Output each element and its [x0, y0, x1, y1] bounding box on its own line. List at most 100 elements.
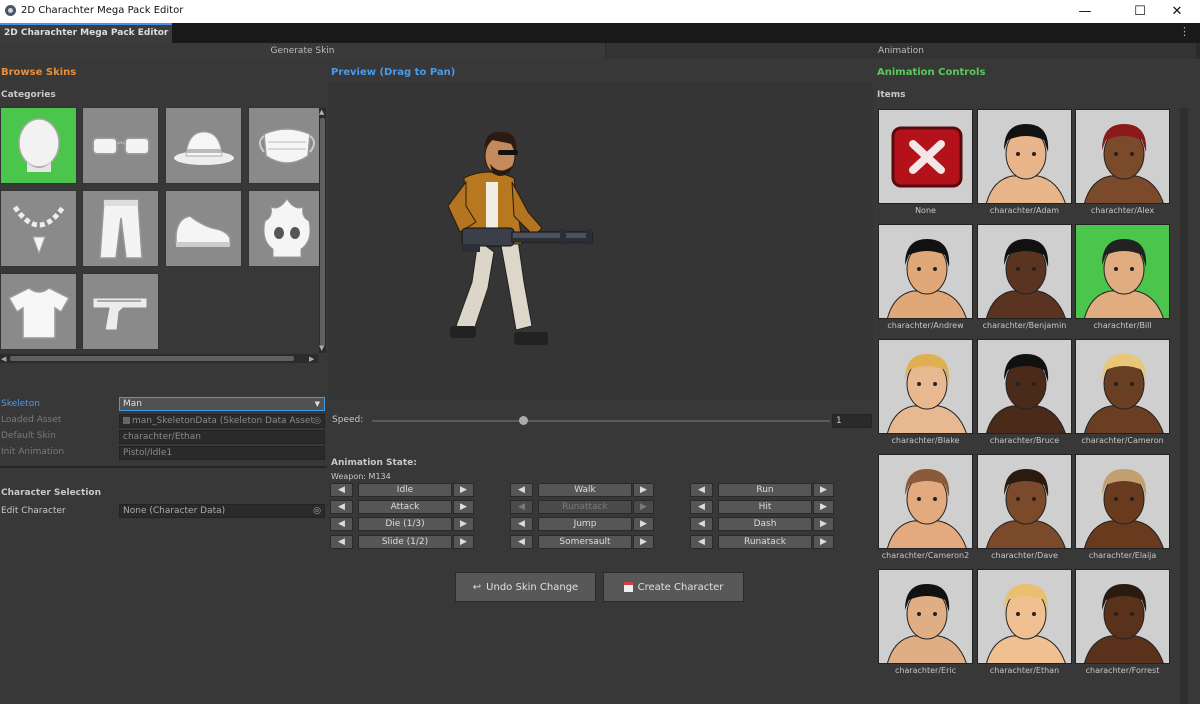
item-thumbnail[interactable]	[1075, 109, 1170, 204]
anim-runatack-button[interactable]: Runatack	[718, 535, 812, 549]
item-thumbnail[interactable]	[1075, 224, 1170, 319]
skeleton-value: Man	[123, 399, 142, 409]
undo-icon: ↩	[472, 581, 482, 593]
close-icon[interactable]: ✕	[1154, 0, 1200, 23]
anim-somersault-button[interactable]: Somersault	[538, 535, 632, 549]
clipboard-icon	[623, 582, 633, 592]
prev-attack-button[interactable]: ◀	[330, 500, 353, 514]
item-thumbnail[interactable]	[878, 454, 973, 549]
prev-dash-button[interactable]: ◀	[690, 517, 713, 531]
prev-somersault-button[interactable]: ◀	[510, 535, 533, 549]
next-run-button[interactable]: ▶	[813, 483, 834, 497]
init-animation-label: Init Animation	[1, 447, 65, 457]
category-glasses[interactable]	[82, 107, 159, 184]
create-character-button[interactable]: Create Character	[603, 572, 744, 602]
anim-jump-button[interactable]: Jump	[538, 517, 632, 531]
character-preview[interactable]	[328, 82, 873, 400]
next-attack-button[interactable]: ▶	[453, 500, 474, 514]
anim-dash-button[interactable]: Dash	[718, 517, 812, 531]
anim-die-1-3-button[interactable]: Die (1/3)	[358, 517, 452, 531]
character-portrait-icon	[887, 584, 967, 663]
category-pistol[interactable]	[82, 273, 159, 350]
item-name: charachter/Benjamin	[982, 321, 1067, 330]
speed-input[interactable]: 1	[832, 414, 872, 428]
item-name: charachter/Alex	[1090, 206, 1155, 215]
pistol-icon	[92, 297, 147, 330]
item-thumbnail[interactable]	[1075, 454, 1170, 549]
next-idle-button[interactable]: ▶	[453, 483, 474, 497]
next-somersault-button[interactable]: ▶	[633, 535, 654, 549]
object-picker-icon[interactable]: ◎	[313, 505, 321, 517]
anim-walk-button[interactable]: Walk	[538, 483, 632, 497]
minimize-icon[interactable]: —	[1062, 0, 1108, 23]
anim-hit-button[interactable]: Hit	[718, 500, 812, 514]
weapon-label: Weapon: M134	[331, 472, 391, 481]
more-options-icon[interactable]: ⋮	[1179, 25, 1190, 38]
anim-attack-button[interactable]: Attack	[358, 500, 452, 514]
prev-runatack-button[interactable]: ◀	[690, 535, 713, 549]
anim-run-button[interactable]: Run	[718, 483, 812, 497]
next-slide-1-2-button[interactable]: ▶	[453, 535, 474, 549]
category-necklace[interactable]	[0, 190, 77, 267]
item-name: charachter/Eric	[894, 666, 957, 675]
tab-generate-skin[interactable]: Generate Skin	[0, 43, 605, 59]
next-die-1-3-button[interactable]: ▶	[453, 517, 474, 531]
item-thumbnail[interactable]	[977, 109, 1072, 204]
next-jump-button[interactable]: ▶	[633, 517, 654, 531]
character-portrait-icon	[986, 469, 1066, 548]
item-thumbnail[interactable]	[1075, 569, 1170, 664]
category-head[interactable]	[0, 107, 77, 184]
items-scrollbar[interactable]	[1180, 108, 1188, 704]
editor-doc-tab[interactable]: 2D Charachter Mega Pack Editor	[0, 23, 173, 43]
speed-slider-handle[interactable]	[519, 416, 529, 425]
scroll-up-icon[interactable]: ▲	[319, 108, 324, 116]
pants-icon	[98, 198, 143, 259]
item-thumbnail[interactable]	[878, 569, 973, 664]
next-walk-button[interactable]: ▶	[633, 483, 654, 497]
next-runatack-button[interactable]: ▶	[813, 535, 834, 549]
category-hat[interactable]	[165, 107, 242, 184]
scroll-left-icon[interactable]: ◀	[1, 355, 6, 363]
speed-label: Speed:	[332, 415, 364, 425]
tshirt-icon	[7, 286, 70, 339]
scroll-down-icon[interactable]: ▼	[319, 344, 324, 352]
undo-skin-change-button[interactable]: ↩ Undo Skin Change	[455, 572, 596, 602]
prev-die-1-3-button[interactable]: ◀	[330, 517, 353, 531]
speed-slider-track[interactable]	[372, 420, 830, 422]
category-flame-skull[interactable]	[248, 190, 325, 267]
item-thumbnail[interactable]	[878, 339, 973, 434]
tab-animation[interactable]: Animation	[606, 43, 1196, 59]
item-thumbnail[interactable]	[977, 454, 1072, 549]
item-thumbnail[interactable]	[977, 339, 1072, 434]
anim-idle-button[interactable]: Idle	[358, 483, 452, 497]
item-thumbnail[interactable]	[878, 224, 973, 319]
next-hit-button[interactable]: ▶	[813, 500, 834, 514]
item-thumbnail[interactable]	[878, 109, 973, 204]
category-face-mask[interactable]	[248, 107, 325, 184]
prev-hit-button[interactable]: ◀	[690, 500, 713, 514]
item-thumbnail[interactable]	[977, 569, 1072, 664]
next-dash-button[interactable]: ▶	[813, 517, 834, 531]
category-scrollbar-horizontal[interactable]	[0, 354, 318, 363]
anim-slide-1-2-button[interactable]: Slide (1/2)	[358, 535, 452, 549]
prev-run-button[interactable]: ◀	[690, 483, 713, 497]
character-selection-title: Character Selection	[1, 488, 101, 498]
init-animation-field: Pistol/Idle1	[119, 446, 325, 460]
category-tshirt[interactable]	[0, 273, 77, 350]
prev-idle-button[interactable]: ◀	[330, 483, 353, 497]
prev-slide-1-2-button[interactable]: ◀	[330, 535, 353, 549]
edit-character-field[interactable]: None (Character Data) ◎	[119, 504, 325, 518]
category-pants[interactable]	[82, 190, 159, 267]
scroll-right-icon[interactable]: ▶	[309, 355, 314, 363]
items-label: Items	[877, 90, 906, 100]
prev-walk-button[interactable]: ◀	[510, 483, 533, 497]
category-scrollbar-vertical[interactable]	[319, 108, 326, 353]
app-icon	[5, 5, 16, 16]
category-sneakers[interactable]	[165, 190, 242, 267]
skeleton-dropdown[interactable]: Man ▼	[119, 397, 325, 411]
item-thumbnail[interactable]	[977, 224, 1072, 319]
prev-jump-button[interactable]: ◀	[510, 517, 533, 531]
glasses-icon	[91, 136, 150, 155]
default-skin-label: Default Skin	[1, 431, 56, 441]
item-thumbnail[interactable]	[1075, 339, 1170, 434]
